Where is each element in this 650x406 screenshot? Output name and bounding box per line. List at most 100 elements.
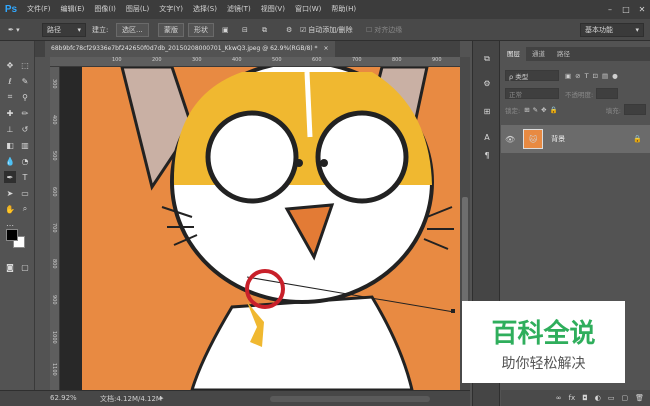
fx-icon[interactable]: fx <box>569 394 576 402</box>
mask-icon[interactable]: ◘ <box>582 394 588 402</box>
clone-stamp-tool-icon[interactable]: ⊥ <box>4 123 16 135</box>
document-tab-bar: 68b9bfc78cf29336e7bf242650f0d7db_2015020… <box>35 41 460 57</box>
opacity-field[interactable] <box>596 88 619 99</box>
history-brush-tool-icon[interactable]: ↺ <box>19 123 31 135</box>
vertical-ruler: 300 400 500 600 700 800 900 1000 1100 <box>50 67 60 390</box>
ruler-tick: 400 <box>232 57 242 63</box>
crop-tool-icon[interactable]: ⌗ <box>4 91 16 103</box>
quick-select-tool-icon[interactable]: ✎ <box>19 75 31 87</box>
properties-panel-icon[interactable]: ⚙ <box>481 77 493 89</box>
minimize-button[interactable]: – <box>602 0 618 19</box>
hand-tool-icon[interactable]: ✋ <box>4 203 16 215</box>
zoom-level[interactable]: 62.92% <box>50 394 77 402</box>
lock-row: 锁定: ⊞✎✥🔒 填充: <box>505 103 646 116</box>
path-mode-select[interactable]: 路径 ▾ <box>42 23 86 37</box>
maximize-button[interactable]: □ <box>618 0 634 19</box>
ruler-tick: 500 <box>272 57 282 63</box>
character-panel-icon[interactable]: A <box>481 131 493 143</box>
right-eye <box>315 110 409 204</box>
tab-channels[interactable]: 通道 <box>526 47 551 61</box>
options-bar: ✒ ▾ 路径 ▾ 建立: 选区... 蒙版 形状 ▣ ⊟ ⧉ ⚙ ☑ 自动添加/删… <box>0 19 650 41</box>
screen-mode-icon[interactable]: ▢ <box>19 261 31 273</box>
auto-add-delete-checkbox[interactable]: ☑ 自动添加/删除 <box>300 23 353 37</box>
path-arrangement-icon[interactable]: ⧉ <box>262 23 267 37</box>
menu-file[interactable]: 文件(F) <box>22 0 56 19</box>
gear-icon[interactable]: ⚙ <box>286 23 292 37</box>
brush-tool-icon[interactable]: ✏ <box>19 107 31 119</box>
close-window-button[interactable]: ✕ <box>634 0 650 19</box>
ruler-tick: 600 <box>51 187 57 197</box>
layer-item-background[interactable]: 👁 🐱 背景 🔒 <box>501 125 650 153</box>
tab-layers[interactable]: 图层 <box>501 47 526 61</box>
pen-tool-icon[interactable]: ✒ <box>4 171 16 183</box>
menu-edit[interactable]: 编辑(E) <box>56 0 90 19</box>
lock-label: 锁定: <box>505 106 521 115</box>
blend-mode-select[interactable]: 正常 <box>505 88 559 99</box>
selection-button[interactable]: 选区... <box>116 23 149 37</box>
panel-tabs: 图层 通道 路径 <box>501 47 650 61</box>
canvas-area[interactable] <box>60 67 460 390</box>
folder-icon[interactable]: ▭ <box>608 394 615 402</box>
document-tab[interactable]: 68b9bfc78cf29336e7bf242650f0d7db_2015020… <box>45 41 335 57</box>
mask-button[interactable]: 蒙版 <box>158 23 184 37</box>
eye-visibility-icon[interactable]: 👁 <box>505 135 515 144</box>
document-image[interactable] <box>82 67 460 390</box>
foreground-color-swatch[interactable] <box>6 229 18 241</box>
watermark: 百科全说 助你轻松解决 <box>462 301 625 383</box>
document-size: 文档:4.12M/4.12M <box>100 395 162 403</box>
dodge-tool-icon[interactable]: ◔ <box>19 155 31 167</box>
adjustments-panel-icon[interactable]: ⊞ <box>481 105 493 117</box>
status-menu-icon[interactable]: ▸ <box>160 394 164 402</box>
menu-window[interactable]: 窗口(W) <box>290 0 326 19</box>
workspace-value: 基本功能 <box>585 26 613 34</box>
menu-type[interactable]: 文字(Y) <box>154 0 188 19</box>
link-icon[interactable]: ∞ <box>556 394 562 402</box>
align-edges-checkbox[interactable]: ☐ 对齐边缘 <box>366 23 402 37</box>
path-selection-tool-icon[interactable]: ➤ <box>4 187 16 199</box>
ruler-tick: 1000 <box>51 331 57 344</box>
blur-tool-icon[interactable]: 💧 <box>4 155 16 167</box>
new-layer-icon[interactable]: ▢ <box>621 394 628 402</box>
lasso-tool-icon[interactable]: ℓ <box>4 75 16 87</box>
rectangle-tool-icon[interactable]: ▭ <box>19 187 31 199</box>
menu-filter[interactable]: 滤镜(T) <box>222 0 256 19</box>
shape-button[interactable]: 形状 <box>188 23 214 37</box>
menu-view[interactable]: 视图(V) <box>256 0 290 19</box>
zoom-tool-icon[interactable]: ⌕ <box>19 203 31 215</box>
left-eye <box>205 110 299 204</box>
close-tab-icon[interactable]: × <box>323 45 328 52</box>
menu-image[interactable]: 图像(I) <box>89 0 121 19</box>
fill-field[interactable] <box>624 104 646 115</box>
eraser-tool-icon[interactable]: ◧ <box>4 139 16 151</box>
horizontal-scrollbar[interactable] <box>270 396 430 402</box>
opacity-label: 不透明度: <box>565 90 594 99</box>
tab-paths[interactable]: 路径 <box>551 47 576 61</box>
ruler-tick: 800 <box>392 57 402 63</box>
adjustment-icon[interactable]: ◐ <box>595 394 601 402</box>
blend-row: 正常 不透明度: <box>505 87 646 100</box>
path-anchor-point[interactable] <box>451 309 455 313</box>
path-alignment-icon[interactable]: ⊟ <box>242 23 248 37</box>
pen-tool-preset-icon[interactable]: ✒ ▾ <box>8 23 20 37</box>
menu-help[interactable]: 帮助(H) <box>326 0 361 19</box>
type-tool-icon[interactable]: T <box>19 171 31 183</box>
history-panel-icon[interactable]: ⧉ <box>481 53 493 65</box>
lock-icon: 🔒 <box>633 135 642 143</box>
menu-select[interactable]: 选择(S) <box>188 0 222 19</box>
gradient-tool-icon[interactable]: ▥ <box>19 139 31 151</box>
paragraph-panel-icon[interactable]: ¶ <box>481 149 493 161</box>
filter-type-icons[interactable]: ▣⊘T⊡▤● <box>565 72 622 80</box>
lock-icons[interactable]: ⊞✎✥🔒 <box>524 106 560 114</box>
menu-layer[interactable]: 图层(L) <box>121 0 154 19</box>
workspace-select[interactable]: 基本功能 ▾ <box>580 23 644 37</box>
quick-mask-icon[interactable]: ◙ <box>4 261 16 273</box>
kind-filter-select[interactable]: ρ 类型 <box>505 70 559 81</box>
path-operations-icon[interactable]: ▣ <box>222 23 229 37</box>
move-tool-icon[interactable]: ✥ <box>4 59 16 71</box>
healing-brush-tool-icon[interactable]: ✚ <box>4 107 16 119</box>
ruler-tick: 700 <box>51 223 57 233</box>
trash-icon[interactable]: 🗑 <box>635 394 644 402</box>
layers-panel-footer: ∞ fx ◘ ◐ ▭ ▢ 🗑 <box>501 390 650 406</box>
eyedropper-tool-icon[interactable]: ⚲ <box>19 91 31 103</box>
marquee-tool-icon[interactable]: ⬚ <box>19 59 31 71</box>
